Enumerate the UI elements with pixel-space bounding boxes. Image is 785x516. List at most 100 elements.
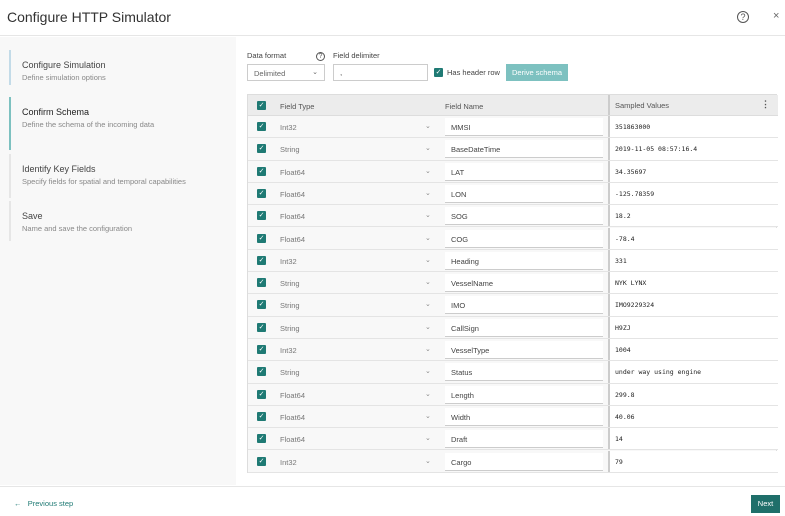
chevron-down-icon[interactable]: ⌄ [425, 144, 431, 152]
row-checkbox[interactable]: ✓ [257, 233, 266, 243]
sampled-value: -78.4 [608, 227, 778, 249]
chevron-down-icon[interactable]: ⌄ [425, 211, 431, 219]
table-row: ✓ Float64 ⌄ LON -125.78359 [248, 182, 778, 206]
chevron-down-icon[interactable]: ⌄ [425, 189, 431, 197]
next-button[interactable]: Next [751, 495, 780, 513]
row-checkbox[interactable]: ✓ [257, 434, 266, 444]
chevron-down-icon[interactable]: ⌄ [425, 367, 431, 375]
sampled-value: 40.06 [608, 405, 778, 428]
field-type-select[interactable]: Int32 [280, 123, 297, 132]
step-save[interactable]: Save Name and save the configuration [9, 201, 229, 241]
checkbox-checked-icon[interactable]: ✓ [434, 68, 443, 77]
field-name-input[interactable]: MMSI [445, 118, 603, 136]
sampled-value: IMO9229324 [608, 294, 778, 316]
field-name-input[interactable]: VesselName [445, 274, 603, 293]
step-confirm-schema[interactable]: Confirm Schema Define the schema of the … [9, 97, 229, 150]
col-field-name: Field Name [445, 102, 484, 111]
table-row: ✓ Float64 ⌄ Length 299.8 [248, 383, 778, 406]
sampled-value: 34.35697 [608, 160, 778, 182]
chevron-down-icon[interactable]: ⌄ [425, 234, 431, 242]
data-format-value: Delimited [254, 69, 286, 78]
field-name-input[interactable]: Status [445, 363, 603, 382]
has-header-row[interactable]: ✓ Has header row [434, 68, 500, 77]
chevron-down-icon[interactable]: ⌄ [425, 345, 431, 353]
arrow-left-icon: ← [14, 499, 28, 508]
row-checkbox[interactable]: ✓ [257, 166, 266, 176]
field-type-select[interactable]: String [280, 324, 300, 333]
col-sampled-values-label: Sampled Values [615, 101, 670, 110]
chevron-down-icon[interactable]: ⌄ [425, 122, 431, 130]
step-desc: Specify fields for spatial and temporal … [22, 177, 186, 186]
field-type-select[interactable]: Float64 [280, 413, 305, 422]
field-name-input[interactable]: Cargo [445, 452, 603, 471]
field-name-input[interactable]: VesselType [445, 341, 603, 359]
select-all-checkbox[interactable]: ✓ [257, 101, 266, 110]
field-name-input[interactable]: LAT [445, 162, 603, 181]
close-icon[interactable]: × [773, 10, 779, 22]
row-checkbox[interactable]: ✓ [257, 367, 266, 377]
table-row: ✓ String ⌄ BaseDateTime 2019-11-05 08:57… [248, 138, 778, 161]
chevron-down-icon[interactable]: ⌄ [425, 457, 431, 465]
chevron-down-icon[interactable]: ⌄ [425, 390, 431, 398]
field-name-input[interactable]: Draft [445, 430, 603, 449]
field-type-select[interactable]: Int32 [280, 458, 297, 467]
table-row: ✓ String ⌄ Status under way using engine [248, 361, 778, 384]
field-name-input[interactable]: SOG [445, 207, 603, 226]
step-title: Configure Simulation [22, 60, 106, 70]
chevron-down-icon[interactable]: ⌄ [425, 434, 431, 442]
help-icon[interactable]: ? [737, 11, 749, 23]
help-icon[interactable]: ? [316, 52, 325, 61]
table-header: ✓ Field Type Field Name Sampled Values ⋮ [248, 95, 778, 116]
field-name-input[interactable]: Length [445, 385, 603, 404]
row-checkbox[interactable]: ✓ [257, 255, 266, 265]
field-name-input[interactable]: IMO [445, 296, 603, 315]
field-name-input[interactable]: LON [445, 184, 603, 203]
row-checkbox[interactable]: ✓ [257, 322, 266, 332]
step-configure-simulation[interactable]: Configure Simulation Define simulation o… [9, 50, 229, 85]
chevron-down-icon[interactable]: ⌄ [425, 278, 431, 286]
row-checkbox[interactable]: ✓ [257, 456, 266, 466]
chevron-down-icon[interactable]: ⌄ [425, 167, 431, 175]
field-name-input[interactable]: Width [445, 407, 603, 426]
field-type-select[interactable]: String [280, 279, 300, 288]
row-checkbox[interactable]: ✓ [257, 144, 266, 154]
field-name-input[interactable]: BaseDateTime [445, 140, 603, 159]
step-desc: Name and save the configuration [22, 224, 133, 233]
row-checkbox[interactable]: ✓ [257, 188, 266, 198]
field-name-input[interactable]: CallSign [445, 318, 603, 337]
chevron-down-icon[interactable]: ⌄ [425, 256, 431, 264]
data-format-select[interactable]: Delimited ⌄ [247, 64, 325, 81]
field-type-select[interactable]: Float64 [280, 212, 305, 221]
field-name-input[interactable]: Heading [445, 251, 603, 270]
field-type-select[interactable]: String [280, 301, 300, 310]
more-options-icon[interactable]: ⋮ [761, 99, 770, 110]
row-checkbox[interactable]: ✓ [257, 389, 266, 399]
row-checkbox[interactable]: ✓ [257, 122, 266, 131]
field-type-select[interactable]: Float64 [280, 391, 305, 400]
field-type-select[interactable]: Int32 [280, 257, 297, 266]
field-type-select[interactable]: Float64 [280, 435, 305, 444]
row-checkbox[interactable]: ✓ [257, 411, 266, 421]
field-type-select[interactable]: String [280, 368, 300, 377]
sampled-value: 79 [608, 450, 778, 472]
previous-step-link[interactable]: ← Previous step [14, 499, 73, 508]
chevron-down-icon[interactable]: ⌄ [425, 412, 431, 420]
field-name-input[interactable]: COG [445, 229, 603, 248]
field-type-select[interactable]: Float64 [280, 168, 305, 177]
step-identify-key-fields[interactable]: Identify Key Fields Specify fields for s… [9, 154, 229, 198]
row-checkbox[interactable]: ✓ [257, 211, 266, 221]
sampled-value: 299.8 [608, 383, 778, 405]
field-type-select[interactable]: Float64 [280, 235, 305, 244]
field-type-select[interactable]: Int32 [280, 346, 297, 355]
field-type-select[interactable]: String [280, 145, 300, 154]
step-desc: Define simulation options [22, 73, 106, 82]
row-checkbox[interactable]: ✓ [257, 278, 266, 288]
row-checkbox[interactable]: ✓ [257, 300, 266, 310]
row-checkbox[interactable]: ✓ [257, 345, 266, 354]
chevron-down-icon[interactable]: ⌄ [425, 300, 431, 308]
chevron-down-icon[interactable]: ⌄ [425, 323, 431, 331]
sampled-value: under way using engine [608, 361, 778, 383]
field-type-select[interactable]: Float64 [280, 190, 305, 199]
delimiter-input[interactable]: , [333, 64, 428, 81]
derive-schema-button[interactable]: Derive schema [506, 64, 568, 81]
